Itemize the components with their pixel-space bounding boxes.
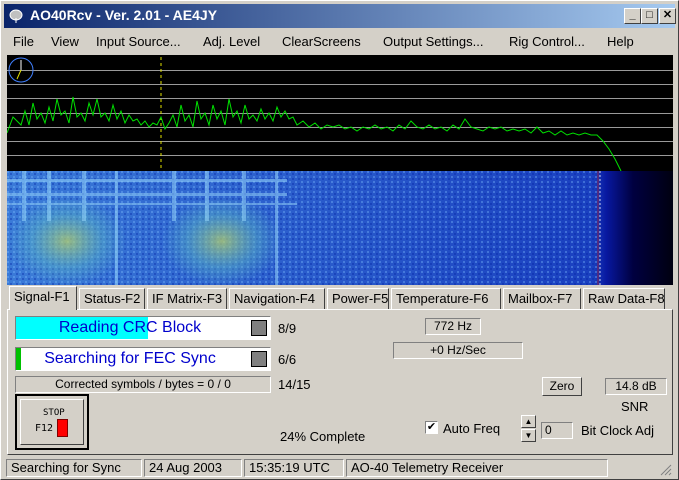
satellite-dish-icon xyxy=(9,9,23,23)
zero-button[interactable]: Zero xyxy=(542,377,582,396)
bit-clock-label: Bit Clock Adj xyxy=(581,423,654,438)
spectrum-trace xyxy=(7,96,622,171)
fec-progress-label: Searching for FEC Sync xyxy=(44,350,216,367)
stop-button-face: STOP F12 xyxy=(20,399,84,445)
fec-progress-bar: Searching for FEC Sync xyxy=(15,347,271,371)
menu-clear-screens[interactable]: ClearScreens xyxy=(282,34,361,49)
bit-clock-up-button[interactable]: ▲ xyxy=(521,415,536,428)
spectrum-display[interactable] xyxy=(7,55,673,171)
stop-label: STOP xyxy=(43,408,65,418)
menu-input-source[interactable]: Input Source... xyxy=(96,34,181,49)
stop-hotkey: F12 xyxy=(35,423,54,434)
maximize-button[interactable]: □ xyxy=(641,8,658,24)
crc-progress-label: Reading CRC Block xyxy=(58,319,202,336)
frequency-offset-readout: 772 Hz xyxy=(425,318,481,335)
crc-progress-bar: Reading CRC Block xyxy=(15,316,271,340)
checkmark-icon: ✔ xyxy=(426,421,437,433)
fec-status-led xyxy=(251,351,267,367)
title-bar[interactable]: AO40Rcv - Ver. 2.01 - AE4JY _ □ ✕ xyxy=(4,4,676,28)
status-sync: Searching for Sync xyxy=(6,459,142,477)
tab-raw-data[interactable]: Raw Data-F8 xyxy=(583,288,665,309)
menu-rig-control[interactable]: Rig Control... xyxy=(509,34,585,49)
stop-indicator-icon xyxy=(57,419,68,437)
tab-signal[interactable]: Signal-F1 xyxy=(9,286,77,310)
completion-status: 24% Complete xyxy=(280,429,366,444)
spectrum-gridlines xyxy=(7,70,673,156)
tab-temperature[interactable]: Temperature-F6 xyxy=(391,288,501,309)
snr-readout: 14.8 dB xyxy=(605,378,667,395)
snr-label: SNR xyxy=(621,399,649,414)
bit-clock-value[interactable]: 0 xyxy=(541,422,573,439)
waterfall-signal-band xyxy=(162,196,282,285)
crc-status-led xyxy=(251,320,267,336)
tab-mailbox[interactable]: Mailbox-F7 xyxy=(503,288,581,309)
menu-adj-level[interactable]: Adj. Level xyxy=(203,34,260,49)
tab-power[interactable]: Power-F5 xyxy=(327,288,389,309)
menu-help[interactable]: Help xyxy=(607,34,634,49)
tab-if-matrix[interactable]: IF Matrix-F3 xyxy=(147,288,227,309)
auto-freq-checkbox[interactable]: ✔ xyxy=(425,421,438,434)
status-bar: Searching for Sync 24 Aug 2003 15:35:19 … xyxy=(4,458,675,478)
crc-count: 8/9 xyxy=(278,321,297,336)
fec-count: 6/6 xyxy=(278,352,297,367)
corrected-symbols-readout: Corrected symbols / bytes = 0 / 0 xyxy=(15,376,271,393)
window-title: AO40Rcv - Ver. 2.01 - AE4JY xyxy=(30,7,218,23)
arrow-down-icon: ▼ xyxy=(524,431,533,440)
resize-grip-icon[interactable] xyxy=(659,463,672,476)
stop-button[interactable]: STOP F12 xyxy=(15,394,89,450)
drift-readout: +0 Hz/Sec xyxy=(393,342,523,359)
tab-strip: Signal-F1 Status-F2 IF Matrix-F3 Navigat… xyxy=(7,286,673,310)
status-description: AO-40 Telemetry Receiver xyxy=(346,459,608,477)
app-window: AO40Rcv - Ver. 2.01 - AE4JY _ □ ✕ File V… xyxy=(0,0,679,480)
auto-freq-label[interactable]: Auto Freq xyxy=(443,421,500,436)
menu-output-settings[interactable]: Output Settings... xyxy=(383,34,483,49)
corrected-count: 14/15 xyxy=(278,377,311,392)
status-time: 15:35:19 UTC xyxy=(244,459,344,477)
menu-file[interactable]: File xyxy=(13,34,34,49)
minimize-button[interactable]: _ xyxy=(624,8,641,24)
waterfall-display[interactable] xyxy=(7,171,673,285)
tab-navigation[interactable]: Navigation-F4 xyxy=(229,288,325,309)
bit-clock-down-button[interactable]: ▼ xyxy=(521,429,536,442)
close-button[interactable]: ✕ xyxy=(659,8,676,24)
status-date: 24 Aug 2003 xyxy=(144,459,242,477)
menu-bar: File View Input Source... Adj. Level Cle… xyxy=(4,31,675,53)
arrow-up-icon: ▲ xyxy=(524,417,533,426)
tab-status[interactable]: Status-F2 xyxy=(79,288,145,309)
menu-view[interactable]: View xyxy=(51,34,79,49)
